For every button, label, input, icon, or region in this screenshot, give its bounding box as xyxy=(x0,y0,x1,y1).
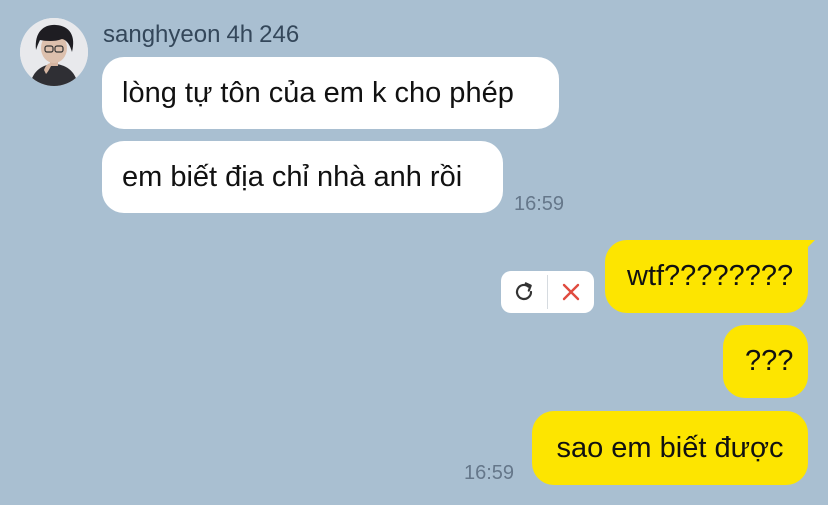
message-text: wtf???????? xyxy=(627,260,794,292)
sender-avatar[interactable] xyxy=(20,18,88,86)
profile-photo-icon xyxy=(20,18,88,86)
follower-count: 246 xyxy=(259,21,300,48)
message-text: lòng tự tôn của em k cho phép xyxy=(122,77,514,109)
close-icon xyxy=(562,283,580,301)
last-seen: 4h xyxy=(226,21,254,48)
bubble-tail xyxy=(797,240,815,258)
chat-view: sanghyeon 4h 246 lòng tự tôn của em k cho … xyxy=(0,0,828,505)
sender-name: sanghyeon xyxy=(103,21,221,48)
refresh-icon xyxy=(515,282,533,301)
outgoing-message[interactable]: wtf???????? xyxy=(605,240,815,313)
incoming-message[interactable]: em biết địa chỉ nhà anh rồi xyxy=(102,141,503,213)
message-text: sao em biết được xyxy=(556,432,784,464)
message-timestamp: 16:59 xyxy=(464,462,515,484)
sender-header: sanghyeon 4h 246 xyxy=(103,20,305,50)
outgoing-message[interactable]: sao em biết được xyxy=(532,411,808,485)
delete-button[interactable] xyxy=(548,271,594,313)
outgoing-message[interactable]: ??? xyxy=(723,325,808,398)
retry-button[interactable] xyxy=(501,271,547,313)
message-text: ??? xyxy=(745,345,794,377)
message-timestamp: 16:59 xyxy=(514,193,565,215)
incoming-message[interactable]: lòng tự tôn của em k cho phép xyxy=(102,57,559,129)
failed-message-actions xyxy=(501,271,594,313)
message-text: em biết địa chỉ nhà anh rồi xyxy=(122,161,463,193)
